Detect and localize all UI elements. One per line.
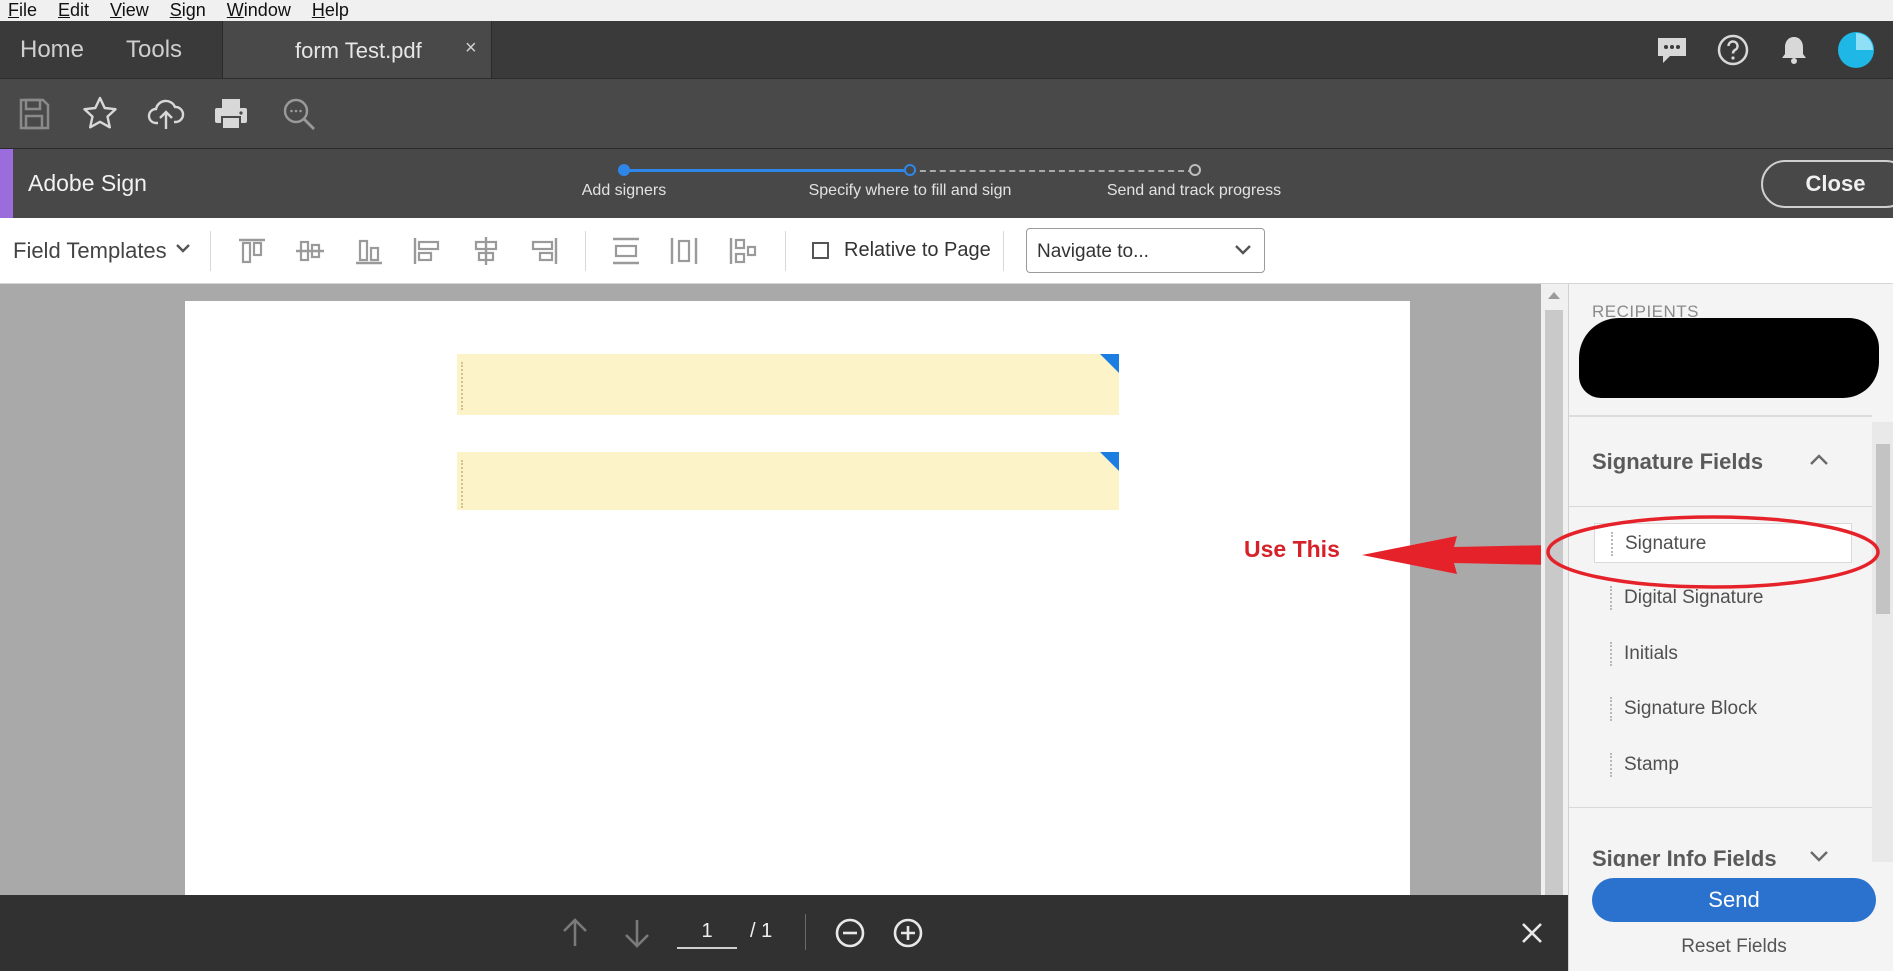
drag-grip-icon <box>1610 753 1612 777</box>
annotation-ellipse-icon <box>1546 515 1880 589</box>
chevron-down-icon[interactable] <box>1809 849 1829 863</box>
close-tab-icon[interactable]: × <box>465 37 477 60</box>
menu-sign[interactable]: Sign <box>170 0 206 21</box>
field-item-label: Signature Block <box>1624 698 1758 719</box>
distribute-vertical-icon[interactable] <box>610 235 642 267</box>
menu-help[interactable]: Help <box>312 0 349 21</box>
toolbar-divider <box>785 231 786 271</box>
save-icon[interactable] <box>15 95 53 133</box>
drag-grip-icon <box>1610 697 1612 721</box>
menu-window[interactable]: Window <box>227 0 291 21</box>
document-viewport: Use This <box>0 284 1568 895</box>
field-item-signature-block[interactable]: Signature Block <box>1594 689 1852 729</box>
toolbar-divider <box>1003 231 1004 271</box>
menu-edit[interactable]: Edit <box>58 0 89 21</box>
page-navigation-bar: / 1 <box>0 895 1568 971</box>
menu-bar: File Edit View Sign Window Help <box>0 0 1893 21</box>
scroll-up-icon[interactable] <box>1548 292 1560 299</box>
progress-line-done <box>624 169 910 172</box>
signature-fields-header[interactable]: Signature Fields <box>1592 449 1763 475</box>
zoom-in-icon[interactable] <box>891 916 925 950</box>
step-dot-3 <box>1189 164 1201 176</box>
close-page-nav-icon[interactable] <box>1515 916 1549 950</box>
scrollbar-thumb[interactable] <box>1545 310 1563 895</box>
adobe-sign-bar: Adobe Sign Add signers Specify where to … <box>0 148 1893 219</box>
navigate-to-select[interactable]: Navigate to... <box>1026 228 1265 273</box>
toolbar-divider <box>210 231 211 271</box>
page-nav-divider <box>805 914 806 950</box>
sign-accent-strip <box>0 149 13 219</box>
tab-home[interactable]: Home <box>20 21 84 78</box>
zoom-search-icon[interactable] <box>280 95 318 133</box>
bell-icon[interactable] <box>1777 33 1811 67</box>
tab-tools[interactable]: Tools <box>126 21 182 78</box>
required-marker <box>1100 452 1119 471</box>
match-size-icon[interactable] <box>727 235 759 267</box>
send-button[interactable]: Send <box>1592 878 1876 922</box>
annotation-arrow-icon <box>1362 536 1552 574</box>
chevron-down-icon[interactable] <box>175 242 191 254</box>
panel-divider <box>1569 807 1872 808</box>
panel-scrollbar[interactable] <box>1872 422 1893 862</box>
distribute-horizontal-icon[interactable] <box>668 235 700 267</box>
right-panel: RECIPIENTS Signature Fields Signature Di… <box>1568 284 1893 971</box>
field-grip <box>461 460 463 508</box>
required-marker <box>1100 354 1119 373</box>
align-middle-icon[interactable] <box>294 235 326 267</box>
tab-bar: Home Tools form Test.pdf × <box>0 21 1893 78</box>
align-left-icon[interactable] <box>411 235 443 267</box>
field-item-initials[interactable]: Initials <box>1594 634 1852 674</box>
step-label-send-track: Send and track progress <box>1106 182 1282 199</box>
step-dot-2 <box>904 164 916 176</box>
main-toolbar <box>0 78 1893 148</box>
align-center-icon[interactable] <box>470 235 502 267</box>
menu-file[interactable]: File <box>8 0 37 21</box>
step-label-add-signers: Add signers <box>581 182 667 199</box>
chat-icon[interactable] <box>1655 33 1689 67</box>
step-label-specify: Specify where to fill and sign <box>808 182 1012 199</box>
panel-divider <box>1569 415 1872 417</box>
field-item-label: Stamp <box>1624 754 1679 775</box>
previous-page-icon[interactable] <box>558 916 592 950</box>
print-icon[interactable] <box>212 95 250 133</box>
field-item-stamp[interactable]: Stamp <box>1594 745 1852 785</box>
star-icon[interactable] <box>81 95 119 133</box>
field-item-label: Initials <box>1624 643 1678 664</box>
field-grip <box>461 362 463 410</box>
toolbar-divider <box>585 231 586 271</box>
zoom-out-icon[interactable] <box>833 916 867 950</box>
avatar[interactable] <box>1837 31 1875 69</box>
menu-view[interactable]: View <box>110 0 149 21</box>
redacted-recipients <box>1579 318 1879 398</box>
document-tab-title: form Test.pdf <box>295 38 422 63</box>
next-page-icon[interactable] <box>620 916 654 950</box>
reset-fields-link[interactable]: Reset Fields <box>1569 936 1893 958</box>
pdf-page <box>185 301 1410 895</box>
signature-field-2[interactable] <box>457 452 1119 510</box>
navigate-to-value: Navigate to... <box>1037 241 1149 262</box>
chevron-down-icon <box>1235 245 1251 255</box>
cloud-upload-icon[interactable] <box>147 95 185 133</box>
page-number-input[interactable] <box>677 915 737 949</box>
annotation-label: Use This <box>1244 536 1340 562</box>
drag-grip-icon <box>1610 642 1612 666</box>
chevron-up-icon[interactable] <box>1809 452 1829 466</box>
progress-line-pending <box>910 170 1194 172</box>
help-icon[interactable] <box>1716 33 1750 67</box>
field-toolbar: Field Templates Relative to Page Navigat… <box>0 218 1893 284</box>
align-bottom-icon[interactable] <box>353 235 385 267</box>
step-dot-1 <box>618 164 630 176</box>
field-templates-dropdown[interactable]: Field Templates <box>13 238 167 264</box>
align-right-icon[interactable] <box>528 235 560 267</box>
align-top-icon[interactable] <box>236 235 268 267</box>
signature-field-1[interactable] <box>457 354 1119 415</box>
relative-to-page-checkbox[interactable] <box>812 242 829 259</box>
relative-to-page-label: Relative to Page <box>844 239 991 261</box>
sign-bar-title: Adobe Sign <box>28 170 147 196</box>
page-total: / 1 <box>750 920 773 942</box>
tab-document[interactable]: form Test.pdf × <box>222 21 492 78</box>
close-button[interactable]: Close <box>1761 160 1893 208</box>
panel-divider <box>1569 506 1872 507</box>
